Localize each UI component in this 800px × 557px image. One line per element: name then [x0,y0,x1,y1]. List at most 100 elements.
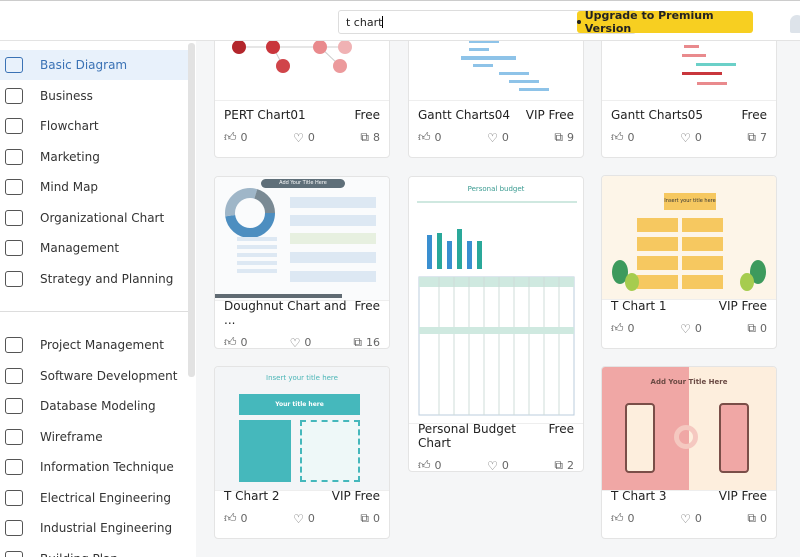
template-card[interactable]: PERT Chart01 Free 👍︎ 0 ♡ 0 ⧉ 8 [214,41,390,158]
sidebar-item-software-development[interactable]: Software Development [0,361,188,391]
template-title: T Chart 1 [611,299,667,313]
heart-icon: ♡ [680,130,691,145]
duplicate-button[interactable]: ⧉ 0 [360,511,380,526]
copy-count: 0 [372,512,380,525]
like-button[interactable]: 👍︎ 0 [611,321,635,336]
like-count: 0 [627,131,635,144]
sidebar-item-industrial-engineering[interactable]: Industrial Engineering [0,513,188,543]
favorite-count: 0 [304,336,312,349]
favorite-button[interactable]: ♡ 0 [487,458,509,472]
copy-icon: ⧉ [554,458,563,472]
duplicate-button[interactable]: ⧉ 8 [360,130,380,145]
copy-icon: ⧉ [747,511,756,525]
like-button[interactable]: 👍︎ 0 [611,130,635,145]
copy-count: 2 [566,459,574,472]
card-footer: T Chart 3 VIP Free 👍︎ 0 ♡ 0 ⧉ 0 [602,480,776,538]
sidebar-item-organizational-chart[interactable]: Organizational Chart [0,203,188,233]
template-card[interactable]: Personal budget Personal Budget Chart Fre… [408,176,584,472]
like-count: 0 [627,512,635,525]
like-button[interactable]: 👍︎ 0 [418,130,442,145]
thumbnail-right-panel [300,420,360,482]
search-value: t chart [346,16,383,29]
user-avatar[interactable] [790,15,800,33]
sidebar-item-flowchart[interactable]: Flowchart [0,111,188,141]
thumbs-up-icon: 👍︎ [418,458,431,472]
like-button[interactable]: 👍︎ 0 [611,511,635,526]
favorite-button[interactable]: ♡ 0 [293,130,315,145]
category-sidebar: Basic Diagram Business Flowchart Marketing M… [0,41,196,557]
template-card[interactable]: Gantt Charts05 Free 👍︎ 0 ♡ 0 ⧉ 7 [601,41,777,158]
heart-icon: ♡ [487,458,498,472]
sidebar-item-label: Information Technique [40,460,174,474]
category-icon [5,489,23,506]
sidebar-item-basic-diagram[interactable]: Basic Diagram [0,50,188,80]
copy-count: 16 [365,336,380,349]
sidebar-item-business[interactable]: Business [0,81,188,111]
favorite-button[interactable]: ♡ 0 [293,511,315,526]
card-footer: Gantt Charts05 Free 👍︎ 0 ♡ 0 ⧉ 7 [602,99,776,157]
copy-icon: ⧉ [360,130,369,144]
sidebar-item-strategy-and-planning[interactable]: Strategy and Planning [0,264,188,294]
duplicate-button[interactable]: ⧉ 7 [747,130,767,145]
sidebar-item-label: Management [40,241,120,255]
like-button[interactable]: 👍︎ 0 [224,511,248,526]
favorite-button[interactable]: ♡ 0 [487,130,509,145]
sidebar-divider [0,311,188,312]
category-icon [5,520,23,536]
favorite-button[interactable]: ♡ 0 [680,130,702,145]
favorite-button[interactable]: ♡ 0 [290,335,312,349]
sidebar-item-label: Business [40,88,93,103]
heart-icon: ♡ [680,321,691,336]
copy-icon: ⧉ [747,130,756,144]
template-title: Personal Budget Chart [418,422,516,450]
sidebar-item-project-management[interactable]: Project Management [0,330,188,360]
template-card[interactable]: Insert your title here T Chart 1 VIP Free… [601,175,777,349]
favorite-button[interactable]: ♡ 0 [680,321,702,336]
like-button[interactable]: 👍︎ 0 [224,130,248,145]
sidebar-item-mind-map[interactable]: Mind Map [0,172,188,202]
sidebar-item-wireframe[interactable]: Wireframe [0,422,188,452]
sidebar-item-electrical-engineering[interactable]: Electrical Engineering [0,483,188,513]
card-footer: T Chart 2 VIP Free 👍︎ 0 ♡ 0 ⧉ 0 [215,480,389,538]
like-button[interactable]: 👍︎ 0 [224,335,248,348]
template-title: Doughnut Chart and ... [224,299,347,327]
sidebar-item-management[interactable]: Management [0,233,188,263]
duplicate-button[interactable]: ⧉ 0 [747,321,767,336]
sidebar-item-database-modeling[interactable]: Database Modeling [0,391,188,421]
category-icon [5,459,23,475]
sidebar-item-marketing[interactable]: Marketing [0,142,188,172]
sidebar-item-information-technique[interactable]: Information Technique [0,452,188,482]
duplicate-button[interactable]: ⧉ 0 [747,511,767,526]
favorite-count: 0 [307,131,315,144]
thumbnail-title: Add Your Title Here [650,378,728,386]
category-icon [5,57,23,73]
thumbnail-doughnut: Add Your Title Here [215,177,389,301]
template-card[interactable]: Add Your Title Here T Chart 3 VIP Free 👍︎ 0… [601,366,777,539]
thumbnail-title: Personal budget [467,185,525,193]
card-footer: Doughnut Chart and ... Free 👍︎ 0 ♡ 0 ⧉ 16 [215,290,389,348]
price-badge: Free [354,299,380,313]
template-title: PERT Chart01 [224,108,306,122]
text-caret [382,16,384,28]
copy-icon: ⧉ [554,130,563,144]
duplicate-button[interactable]: ⧉ 2 [554,458,574,472]
like-count: 0 [240,131,248,144]
sidebar-item-label: Wireframe [40,429,103,444]
sidebar-item-building-plan[interactable]: Building Plan [0,544,188,557]
thumbs-up-icon: 👍︎ [224,511,237,525]
template-card[interactable]: Gantt Charts04 VIP Free 👍︎ 0 ♡ 0 ⧉ 9 [408,41,584,158]
like-button[interactable]: 👍︎ 0 [418,458,442,472]
upgrade-button[interactable]: Upgrade to Premium Version [577,9,753,35]
exchange-icon [674,425,698,449]
thumbnail-tchart1: Insert your title here [602,176,776,300]
duplicate-button[interactable]: ⧉ 9 [554,130,574,145]
duplicate-button[interactable]: ⧉ 16 [353,335,380,349]
like-count: 0 [434,131,442,144]
template-card[interactable]: Insert your title here Your title here T… [214,366,390,539]
favorite-button[interactable]: ♡ 0 [680,511,702,526]
thumbs-up-icon: 👍︎ [418,130,431,144]
sidebar-item-label: Industrial Engineering [40,521,173,535]
sidebar-scrollbar[interactable] [188,43,195,377]
thumbnail-gantt [409,41,583,101]
template-card[interactable]: Add Your Title Here Doughnut Chart and .… [214,176,390,349]
